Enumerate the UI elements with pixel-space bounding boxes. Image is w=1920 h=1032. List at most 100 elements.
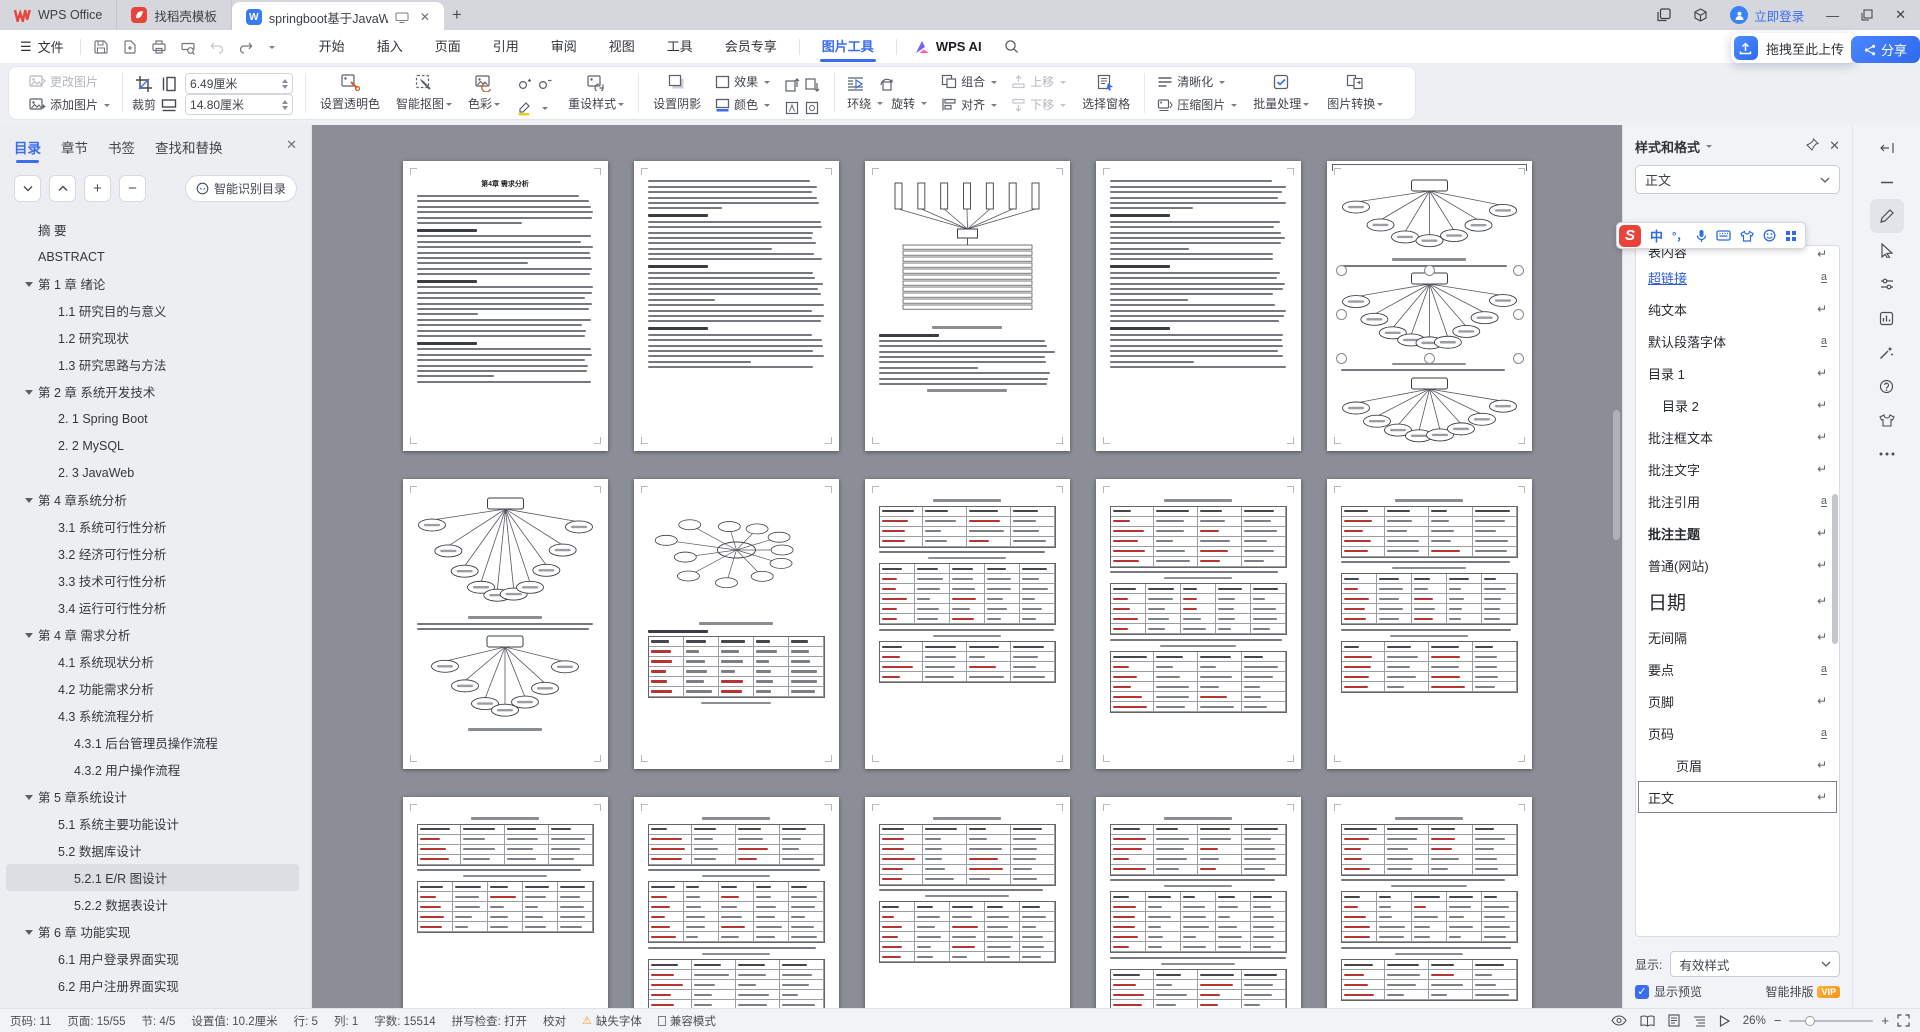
- selection-handle[interactable]: [1336, 353, 1347, 364]
- style-item[interactable]: 纯文本↵: [1638, 293, 1837, 325]
- chinese-mode-icon[interactable]: 中: [1650, 226, 1663, 245]
- search-icon[interactable]: [1004, 39, 1019, 54]
- document-page[interactable]: [634, 797, 839, 1008]
- selection-pane-button[interactable]: 选择窗格: [1080, 73, 1132, 113]
- smart-matting-button[interactable]: 智能抠图: [394, 73, 454, 113]
- menu-item-页面[interactable]: 页面: [419, 30, 477, 63]
- style-item[interactable]: 无间隔↵: [1638, 621, 1837, 653]
- toc-item[interactable]: 5.2.2 数据表设计: [6, 891, 299, 918]
- selection-handle[interactable]: [1424, 353, 1435, 364]
- style-item[interactable]: 目录 1↵: [1638, 357, 1837, 389]
- minimize-button[interactable]: —: [1826, 8, 1839, 23]
- toc-item[interactable]: 第 6 章 功能实现: [6, 918, 299, 945]
- share-button[interactable]: 分享: [1851, 36, 1920, 63]
- device-sync-icon[interactable]: [395, 12, 409, 23]
- wps-ai-button[interactable]: WPS AI: [903, 39, 994, 54]
- status-item[interactable]: 校对: [543, 1013, 566, 1029]
- style-item[interactable]: 批注引用a: [1638, 485, 1837, 517]
- style-item[interactable]: 页码a: [1638, 717, 1837, 749]
- document-page[interactable]: [403, 797, 608, 1008]
- collapse-panel-icon[interactable]: [1870, 131, 1904, 165]
- styles-scrollbar-thumb[interactable]: [1832, 494, 1838, 644]
- sogou-input-bar[interactable]: S 中 °，: [1616, 222, 1806, 249]
- more-options-icon[interactable]: [1870, 437, 1904, 471]
- align-button[interactable]: 对齐: [941, 96, 997, 113]
- toc-item[interactable]: 3.2 经济可行性分析: [6, 540, 299, 567]
- toc-item[interactable]: ABSTRACT: [6, 243, 299, 270]
- show-preview-checkbox[interactable]: ✓显示预览: [1635, 983, 1702, 1000]
- menu-item-引用[interactable]: 引用: [477, 30, 535, 63]
- style-item[interactable]: 批注文字↵: [1638, 453, 1837, 485]
- document-page[interactable]: [1096, 479, 1301, 769]
- toc-item[interactable]: 5.1 系统主要功能设计: [6, 810, 299, 837]
- wrap-button[interactable]: 环绕: [847, 95, 883, 112]
- select-arrow-icon[interactable]: [1870, 233, 1904, 267]
- menu-item-工具[interactable]: 工具: [651, 30, 709, 63]
- close-button[interactable]: ✕: [1895, 7, 1906, 23]
- document-page[interactable]: [634, 479, 839, 769]
- panel-close-icon[interactable]: ✕: [1829, 138, 1840, 154]
- move-up-button[interactable]: 上移: [1011, 73, 1066, 90]
- play-icon[interactable]: [1719, 1015, 1730, 1027]
- skin-theme-icon[interactable]: [1870, 403, 1904, 437]
- brightness-up-icon[interactable]: [516, 77, 532, 93]
- er-diagram[interactable]: [1341, 177, 1518, 254]
- read-mode-icon[interactable]: [1640, 1015, 1655, 1027]
- scrollbar-thumb[interactable]: [1613, 410, 1620, 540]
- save-icon[interactable]: [93, 39, 109, 55]
- quickbar-dropdown-icon[interactable]: [269, 46, 275, 52]
- status-item[interactable]: ⚠缺失字体: [582, 1013, 642, 1029]
- toc-item[interactable]: 5.2.1 E/R 图设计: [6, 864, 299, 891]
- brightness-down-icon[interactable]: [536, 77, 552, 93]
- toolbox-grid-icon[interactable]: [1785, 230, 1797, 242]
- menu-item-会员专享[interactable]: 会员专享: [709, 30, 793, 63]
- height-icon[interactable]: [161, 76, 177, 92]
- toc-item[interactable]: 第 5 章系统设计: [6, 783, 299, 810]
- minimize-strip-icon[interactable]: [1870, 165, 1904, 199]
- toc-expand-down-button[interactable]: [14, 175, 41, 202]
- print-icon[interactable]: [151, 39, 167, 55]
- document-page[interactable]: [403, 479, 608, 769]
- page-view-icon[interactable]: [1668, 1014, 1680, 1027]
- rotate-icon[interactable]: [878, 76, 895, 91]
- workspace-cube-icon[interactable]: [1693, 8, 1708, 23]
- toc-item[interactable]: 2. 1 Spring Boot: [6, 405, 299, 432]
- toc-item[interactable]: 4.2 功能需求分析: [6, 675, 299, 702]
- emoji-icon[interactable]: [1763, 229, 1776, 242]
- sidebar-tab-目录[interactable]: 目录: [14, 137, 41, 157]
- style-item[interactable]: 页脚↵: [1638, 685, 1837, 717]
- style-item[interactable]: 默认段落字体a: [1638, 325, 1837, 357]
- zoom-slider-thumb[interactable]: [1805, 1016, 1815, 1026]
- toc-collapse-up-button[interactable]: [49, 175, 76, 202]
- toc-plus-button[interactable]: +: [84, 175, 111, 202]
- toc-item[interactable]: 2. 3 JavaWeb: [6, 459, 299, 486]
- highlight-dropdown-icon[interactable]: [542, 107, 548, 113]
- fit-page-icon[interactable]: [1897, 1014, 1910, 1027]
- drag-upload-hint[interactable]: 拖拽至此上传: [1731, 33, 1856, 63]
- multi-window-icon[interactable]: [1657, 8, 1671, 22]
- tab-picture-tools[interactable]: 图片工具: [806, 30, 890, 63]
- document-page[interactable]: [1327, 797, 1532, 1008]
- document-page[interactable]: [634, 161, 839, 451]
- selection-handle[interactable]: [1424, 265, 1435, 276]
- sidebar-tab-书签[interactable]: 书签: [108, 137, 135, 157]
- login-button[interactable]: 立即登录: [1730, 6, 1804, 25]
- pin-icon[interactable]: [1806, 138, 1819, 154]
- zoom-out-button[interactable]: −: [1774, 1013, 1782, 1028]
- document-page[interactable]: [865, 797, 1070, 1008]
- toc-minus-button[interactable]: −: [119, 175, 146, 202]
- toc-item[interactable]: 5.2 数据库设计: [6, 837, 299, 864]
- status-item[interactable]: 拼写检查: 打开: [452, 1013, 527, 1029]
- document-page[interactable]: [1096, 797, 1301, 1008]
- tab-docer[interactable]: 找稻壳模板: [117, 0, 232, 30]
- panel-title-dropdown-icon[interactable]: [1706, 145, 1712, 151]
- keyboard-icon[interactable]: [1716, 230, 1731, 241]
- export-icon[interactable]: [122, 39, 138, 55]
- sogou-logo-icon[interactable]: S: [1619, 225, 1641, 247]
- clarity-button[interactable]: 清晰化: [1157, 73, 1237, 90]
- crop-icon[interactable]: [135, 75, 153, 93]
- height-spinner[interactable]: 6.49厘米: [185, 73, 293, 94]
- document-page[interactable]: [1096, 161, 1301, 451]
- print-preview-icon[interactable]: [180, 39, 196, 55]
- outline-view-icon[interactable]: [1693, 1015, 1706, 1027]
